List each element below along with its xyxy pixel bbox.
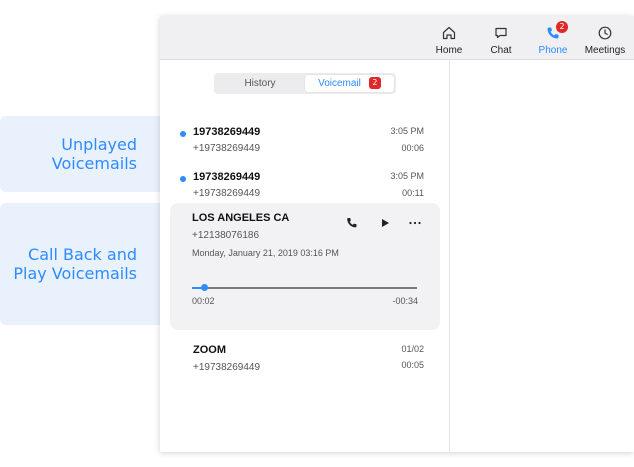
nav-chat[interactable]: Chat xyxy=(477,25,525,56)
remaining-time: -00:34 xyxy=(392,296,418,306)
nav-meetings[interactable]: Meetings xyxy=(581,25,629,56)
voicemail-time: 3:05 PM xyxy=(390,126,424,136)
elapsed-time: 00:02 xyxy=(192,296,215,306)
voicemail-item[interactable]: 19738269449 +19738269449 3:05 PM 00:06 xyxy=(160,124,450,168)
caller-number: +12138076186 xyxy=(192,230,260,241)
voicemail-duration: 00:06 xyxy=(401,143,424,153)
caller-name: 19738269449 xyxy=(193,126,261,138)
voicemail-item[interactable]: ZOOM +19738269449 01/02 00:05 xyxy=(160,342,450,392)
voicemail-date: Monday, January 21, 2019 03:16 PM xyxy=(192,248,339,258)
callout-line: Unplayed xyxy=(61,135,137,154)
phone-icon: 2 xyxy=(545,21,568,41)
chat-icon xyxy=(493,25,509,41)
callout-call-back-play: Call Back and Play Voicemails xyxy=(0,203,162,325)
caller-name: LOS ANGELES CA xyxy=(192,212,290,224)
tab-voicemail-label: Voicemail xyxy=(318,78,361,89)
unplayed-dot xyxy=(180,176,186,182)
callout-line: Play Voicemails xyxy=(13,264,137,283)
tab-history[interactable]: History xyxy=(216,75,304,92)
playback-scrubber-handle[interactable] xyxy=(201,284,209,291)
voicemail-duration: 00:11 xyxy=(402,188,424,198)
nav-meetings-label: Meetings xyxy=(584,45,626,56)
nav-home[interactable]: Home xyxy=(425,25,473,56)
more-options-icon[interactable] xyxy=(408,216,422,230)
playback-progress-track[interactable] xyxy=(192,287,417,289)
caller-name: 19738269449 xyxy=(193,171,261,183)
voicemail-time: 3:05 PM xyxy=(390,171,424,181)
voicemail-badge: 2 xyxy=(368,77,381,89)
callout-line: Call Back and xyxy=(28,245,137,264)
play-icon[interactable] xyxy=(378,216,392,230)
caller-name: ZOOM xyxy=(193,344,226,356)
caller-number: +19738269449 xyxy=(193,362,261,373)
call-back-icon[interactable] xyxy=(345,216,359,230)
zoom-app-window: Home Chat 2 Phone Meetings History Voice… xyxy=(160,16,634,452)
nav-phone[interactable]: 2 Phone xyxy=(529,21,577,56)
clock-icon xyxy=(597,25,613,41)
voicemail-duration: 00:05 xyxy=(401,360,424,370)
caller-number: +19738269449 xyxy=(193,188,261,199)
voicemail-list-pane: History Voicemail 2 19738269449 +19738269… xyxy=(160,60,450,452)
home-icon xyxy=(441,25,457,41)
callout-unplayed-voicemails: Unplayed Voicemails xyxy=(0,116,162,192)
phone-badge: 2 xyxy=(556,21,568,33)
history-voicemail-toggle: History Voicemail 2 xyxy=(214,73,396,94)
callout-line: Voicemails xyxy=(51,154,137,173)
top-nav-bar: Home Chat 2 Phone Meetings xyxy=(160,16,634,60)
voicemail-date: 01/02 xyxy=(401,344,424,354)
voicemail-item-expanded[interactable]: LOS ANGELES CA +12138076186 Monday, Janu… xyxy=(170,203,440,330)
detail-pane xyxy=(451,60,634,452)
nav-home-label: Home xyxy=(435,45,463,56)
unplayed-dot xyxy=(180,131,186,137)
tab-voicemail[interactable]: Voicemail 2 xyxy=(305,75,394,92)
nav-chat-label: Chat xyxy=(490,45,512,56)
caller-number: +19738269449 xyxy=(193,143,261,154)
nav-phone-label: Phone xyxy=(538,45,568,56)
